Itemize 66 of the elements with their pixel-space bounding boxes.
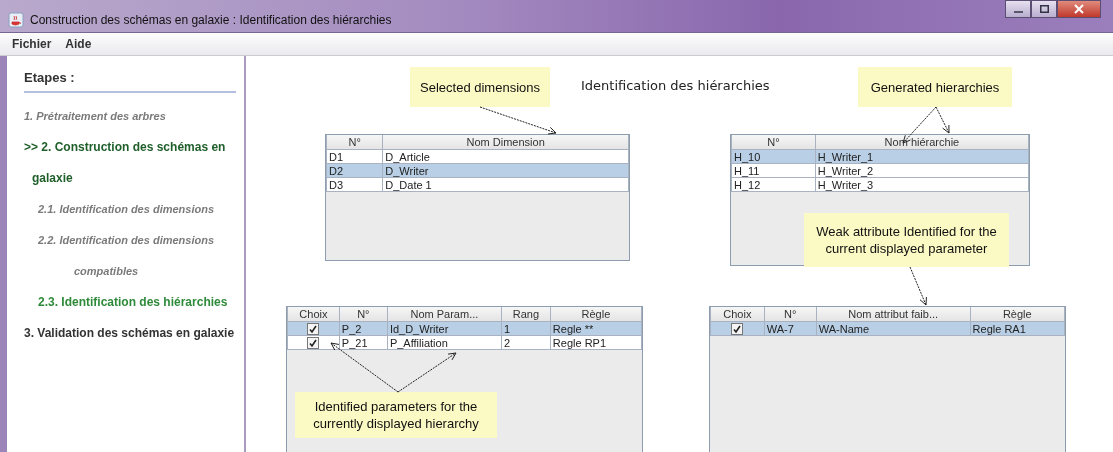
callout-note: Weak attribute Identified for the current displayed parameter: [804, 213, 1009, 267]
close-button[interactable]: [1057, 0, 1101, 18]
java-cup-icon: [8, 12, 24, 28]
column-header[interactable]: Règle: [970, 307, 1065, 322]
annotation-arrow: [397, 352, 457, 393]
step-item[interactable]: 2.1. Identification des dimensions: [24, 194, 236, 225]
table-cell: H_Writer_2: [817, 164, 874, 177]
table-cell: D1: [329, 150, 344, 163]
checkbox[interactable]: [307, 323, 320, 336]
checkbox[interactable]: [307, 337, 320, 350]
maximize-icon: [1039, 5, 1049, 13]
column-header[interactable]: Rang: [501, 307, 551, 322]
checkbox[interactable]: [731, 323, 744, 336]
table-cell: D3: [329, 178, 344, 191]
menu-item[interactable]: Aide: [63, 37, 94, 51]
maximize-button[interactable]: [1031, 0, 1057, 18]
table-cell: P_21: [341, 336, 368, 349]
callout-note: Generated hierarchies: [858, 67, 1012, 107]
step-item[interactable]: 1. Prétraitement des arbres: [24, 101, 236, 132]
table-cell: 1: [503, 322, 510, 335]
table-cell: Id_D_Writer: [389, 322, 449, 335]
step-item[interactable]: 3. Validation des schémas en galaxie: [24, 318, 236, 349]
column-header[interactable]: Nom hiérarchie: [815, 135, 1029, 150]
column-header[interactable]: Choix: [287, 307, 340, 322]
table-cell: WA-7: [766, 322, 794, 335]
table-cell: H_Writer_3: [817, 178, 874, 191]
column-header[interactable]: Règle: [550, 307, 642, 322]
table-cell: D2: [329, 164, 344, 177]
column-header[interactable]: N°: [326, 135, 383, 150]
annotation-arrow: [909, 266, 927, 306]
table-cell: H_12: [734, 178, 761, 191]
step-item[interactable]: 2.2. Identification des dimensions compatibles: [24, 225, 236, 287]
table-cell: Regle RP1: [552, 336, 607, 349]
column-header[interactable]: N°: [339, 307, 388, 322]
table-row[interactable]: WA-7 WA-Name Regle RA1: [710, 321, 1065, 336]
step-item[interactable]: 2.3. Identification des hiérarchies: [24, 287, 236, 318]
table-cell: 2: [503, 336, 510, 349]
callout-note: Selected dimensions: [410, 67, 550, 107]
window-title: Construction des schémas en galaxie : Identification des hiérarchies: [30, 13, 393, 27]
menu-item[interactable]: Fichier: [10, 37, 54, 51]
table-cell: P_Affiliation: [389, 336, 448, 349]
table-cell: D_Article: [385, 150, 430, 163]
column-header[interactable]: Nom Param...: [387, 307, 502, 322]
column-header[interactable]: Choix: [710, 307, 765, 322]
minimize-icon: [1013, 11, 1023, 13]
table-row[interactable]: P_2 Id_D_Writer 1 Regle **: [287, 321, 642, 336]
table-cell: Regle RA1: [972, 322, 1026, 335]
column-header[interactable]: Nom Dimension: [382, 135, 629, 150]
close-icon: [1074, 4, 1084, 14]
steps-heading: Etapes :: [24, 66, 236, 93]
table-cell: P_2: [341, 322, 362, 335]
callout-note: Identified parameters for the currently displayed hierarchy: [295, 392, 497, 438]
table-cell: H_10: [734, 150, 761, 163]
table-cell: H_Writer_1: [817, 150, 874, 163]
table-cell: D_Date 1: [385, 178, 432, 191]
column-header[interactable]: N°: [731, 135, 816, 150]
step-item[interactable]: >> 2. Construction des schémas en galaxie: [24, 132, 236, 194]
table-cell: H_11: [734, 164, 760, 177]
table-row[interactable]: P_21 P_Affiliation 2 Regle RP1: [287, 335, 642, 350]
panel-title: Identification des hiérarchies: [581, 78, 770, 93]
minimize-button[interactable]: [1005, 0, 1031, 18]
table-cell: D_Writer: [385, 164, 429, 177]
column-header[interactable]: Nom attribut faib...: [816, 307, 971, 322]
table-cell: Regle **: [552, 322, 594, 335]
column-header[interactable]: N°: [764, 307, 817, 322]
table-cell: WA-Name: [818, 322, 870, 335]
